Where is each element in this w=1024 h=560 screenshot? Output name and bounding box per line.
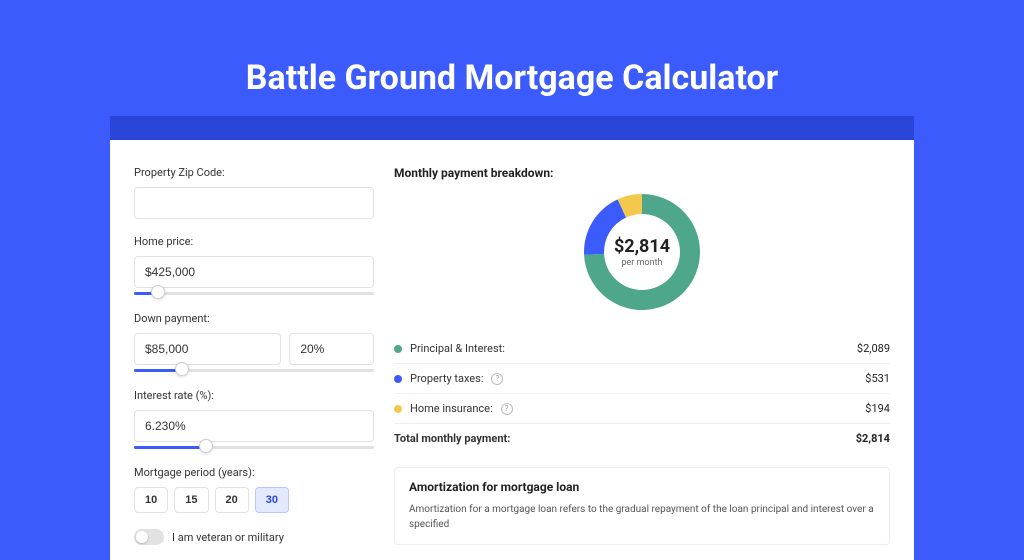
info-icon[interactable]: ? — [491, 373, 503, 385]
period-button-15[interactable]: 15 — [174, 487, 208, 513]
calculator-panel: Property Zip Code: Home price: Down paym… — [110, 140, 914, 560]
period-label: Mortgage period (years): — [134, 466, 374, 479]
period-button-20[interactable]: 20 — [215, 487, 249, 513]
down-payment-slider[interactable] — [134, 367, 374, 373]
breakdown-column: Monthly payment breakdown: $2,814 per mo… — [394, 166, 890, 560]
home-price-group: Home price: — [134, 235, 374, 296]
legend-dot — [394, 405, 402, 413]
period-buttons: 1015 2030 — [134, 487, 374, 513]
down-payment-input[interactable] — [134, 333, 281, 365]
input-column: Property Zip Code: Home price: Down paym… — [134, 166, 374, 560]
breakdown-heading: Monthly payment breakdown: — [394, 166, 890, 180]
home-price-input[interactable] — [134, 256, 374, 288]
donut-center-value: $2,814 — [614, 236, 670, 257]
decorative-bar — [110, 116, 914, 140]
legend-dot — [394, 375, 402, 383]
amortization-body: Amortization for a mortgage loan refers … — [409, 502, 875, 532]
legend-total-row: Total monthly payment: $2,814 — [394, 423, 890, 453]
zip-label: Property Zip Code: — [134, 166, 374, 179]
down-payment-group: Down payment: — [134, 312, 374, 373]
donut-center-sub: per month — [621, 258, 662, 268]
period-button-30[interactable]: 30 — [255, 487, 289, 513]
veteran-toggle-row: I am veteran or military — [134, 529, 374, 545]
amortization-title: Amortization for mortgage loan — [409, 480, 875, 494]
zip-input[interactable] — [134, 187, 374, 219]
home-price-label: Home price: — [134, 235, 374, 248]
page-title: Battle Ground Mortgage Calculator — [0, 0, 1024, 116]
interest-input[interactable] — [134, 410, 374, 442]
legend-total-value: $2,814 — [856, 432, 890, 445]
legend-value: $194 — [865, 402, 890, 415]
legend-value: $2,089 — [857, 342, 890, 355]
donut-chart: $2,814 per month — [394, 190, 890, 314]
down-payment-label: Down payment: — [134, 312, 374, 325]
legend-label: Principal & Interest: — [410, 342, 505, 355]
legend-dot — [394, 345, 402, 353]
interest-slider[interactable] — [134, 444, 374, 450]
veteran-toggle[interactable] — [134, 529, 164, 545]
legend-row: Principal & Interest: $2,089 — [394, 334, 890, 363]
legend-value: $531 — [865, 372, 890, 385]
home-price-slider[interactable] — [134, 290, 374, 296]
period-button-10[interactable]: 10 — [134, 487, 168, 513]
period-group: Mortgage period (years): 1015 2030 — [134, 466, 374, 513]
legend-row: Property taxes:? $531 — [394, 363, 890, 393]
veteran-label: I am veteran or military — [172, 531, 284, 544]
legend-label: Property taxes: — [410, 372, 483, 385]
amortization-box: Amortization for mortgage loan Amortizat… — [394, 467, 890, 545]
legend-label: Home insurance: — [410, 402, 493, 415]
interest-group: Interest rate (%): — [134, 389, 374, 450]
down-payment-pct-input[interactable] — [289, 333, 374, 365]
zip-field-group: Property Zip Code: — [134, 166, 374, 219]
info-icon[interactable]: ? — [501, 403, 513, 415]
interest-label: Interest rate (%): — [134, 389, 374, 402]
legend-list: Principal & Interest: $2,089 Property taxe… — [394, 334, 890, 453]
legend-row: Home insurance:? $194 — [394, 393, 890, 423]
legend-total-label: Total monthly payment: — [394, 432, 510, 445]
